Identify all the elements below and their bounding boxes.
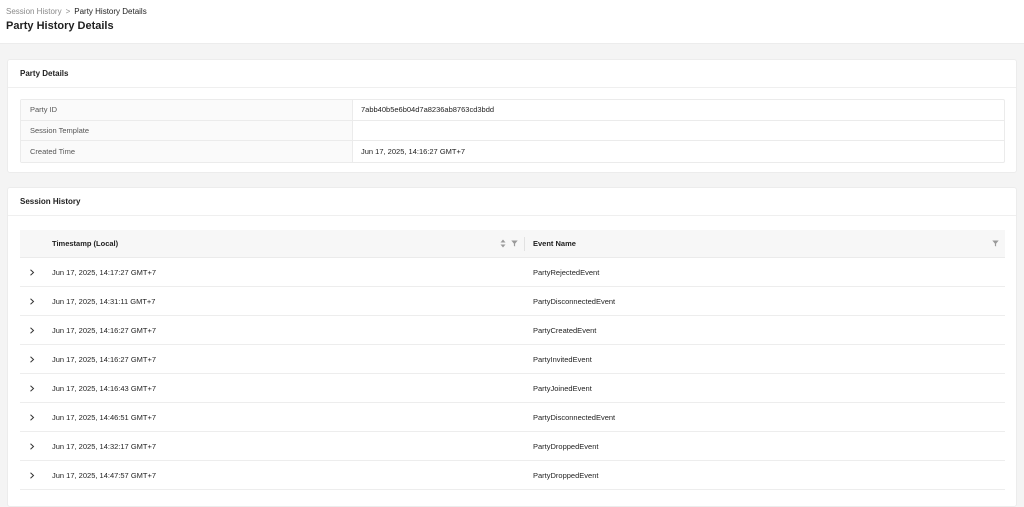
details-key: Created Time — [21, 141, 353, 162]
session-history-title: Session History — [8, 188, 1016, 216]
party-details-table: Party ID 7abb40b5e6b04d7a8236ab8763cd3bd… — [20, 99, 1005, 163]
timestamp-column-label: Timestamp (Local) — [52, 239, 119, 248]
table-row: Jun 17, 2025, 14:16:43 GMT+7 PartyJoined… — [20, 374, 1005, 403]
event-name-cell: PartyDroppedEvent — [533, 441, 599, 451]
timestamp-cell: Jun 17, 2025, 14:16:27 GMT+7 — [52, 325, 157, 335]
timestamp-cell: Jun 17, 2025, 14:46:51 GMT+7 — [52, 412, 157, 422]
chevron-right-icon[interactable] — [20, 297, 44, 305]
timestamp-cell: Jun 17, 2025, 14:31:11 GMT+7 — [52, 296, 156, 306]
event-column-label: Event Name — [533, 239, 576, 248]
details-row-session-template: Session Template — [21, 120, 1004, 141]
details-value: Jun 17, 2025, 14:16:27 GMT+7 — [361, 146, 466, 156]
table-row: Jun 17, 2025, 14:17:27 GMT+7 PartyReject… — [20, 258, 1005, 287]
event-column-header[interactable]: Event Name — [525, 230, 1005, 257]
details-value — [353, 121, 361, 141]
chevron-right-icon[interactable] — [20, 442, 44, 450]
timestamp-cell: Jun 17, 2025, 14:17:27 GMT+7 — [52, 267, 157, 277]
chevron-right-icon[interactable] — [20, 384, 44, 392]
timestamp-column-header[interactable]: Timestamp (Local) — [44, 230, 524, 257]
timestamp-cell: Jun 17, 2025, 14:47:57 GMT+7 — [52, 470, 157, 480]
event-name-cell: PartyRejectedEvent — [533, 267, 600, 277]
chevron-right-icon[interactable] — [20, 413, 44, 421]
filter-icon[interactable] — [992, 240, 999, 247]
breadcrumb-session-history-link[interactable]: Session History — [6, 7, 62, 16]
event-name-cell: PartyCreatedEvent — [533, 325, 597, 335]
sort-icon[interactable] — [500, 239, 506, 248]
table-row: Jun 17, 2025, 14:46:51 GMT+7 PartyDiscon… — [20, 403, 1005, 432]
details-value: 7abb40b5e6b04d7a8236ab8763cd3bdd — [361, 105, 495, 115]
chevron-right-icon[interactable] — [20, 268, 44, 276]
session-history-table: Timestamp (Local) Event Name Jun 17, 202… — [20, 230, 1005, 490]
breadcrumb: Session History > Party History Details — [6, 6, 1018, 16]
chevron-right-icon[interactable] — [20, 471, 44, 479]
table-header: Timestamp (Local) Event Name — [20, 230, 1005, 258]
event-name-cell: PartyDisconnectedEvent — [533, 412, 616, 422]
table-row: Jun 17, 2025, 14:16:27 GMT+7 PartyCreate… — [20, 316, 1005, 345]
party-details-title: Party Details — [8, 60, 1016, 88]
chevron-right-icon[interactable] — [20, 326, 44, 334]
details-key: Session Template — [21, 120, 353, 140]
table-row: Jun 17, 2025, 14:16:27 GMT+7 PartyInvite… — [20, 345, 1005, 374]
table-row: Jun 17, 2025, 14:31:11 GMT+7 PartyDiscon… — [20, 287, 1005, 316]
page-title: Party History Details — [6, 20, 114, 32]
breadcrumb-separator: > — [65, 6, 71, 16]
party-details-card: Party Details Party ID 7abb40b5e6b04d7a8… — [7, 59, 1017, 173]
page-header: Session History > Party History Details … — [0, 0, 1024, 44]
event-name-cell: PartyDroppedEvent — [533, 470, 599, 480]
session-history-card: Session History Timestamp (Local) Event … — [7, 187, 1017, 507]
breadcrumb-current: Party History Details — [74, 6, 147, 16]
details-key: Party ID — [21, 100, 353, 120]
chevron-right-icon[interactable] — [20, 355, 44, 363]
event-name-cell: PartyDisconnectedEvent — [533, 296, 616, 306]
table-row: Jun 17, 2025, 14:32:17 GMT+7 PartyDroppe… — [20, 432, 1005, 461]
event-name-cell: PartyInvitedEvent — [533, 354, 592, 364]
timestamp-cell: Jun 17, 2025, 14:16:27 GMT+7 — [52, 354, 157, 364]
timestamp-cell: Jun 17, 2025, 14:16:43 GMT+7 — [52, 383, 157, 393]
event-name-cell: PartyJoinedEvent — [533, 383, 592, 393]
timestamp-cell: Jun 17, 2025, 14:32:17 GMT+7 — [52, 441, 157, 451]
details-row-party-id: Party ID 7abb40b5e6b04d7a8236ab8763cd3bd… — [21, 100, 1004, 121]
table-row: Jun 17, 2025, 14:47:57 GMT+7 PartyDroppe… — [20, 461, 1005, 490]
details-row-created-time: Created Time Jun 17, 2025, 14:16:27 GMT+… — [21, 141, 1004, 162]
filter-icon[interactable] — [511, 240, 518, 247]
